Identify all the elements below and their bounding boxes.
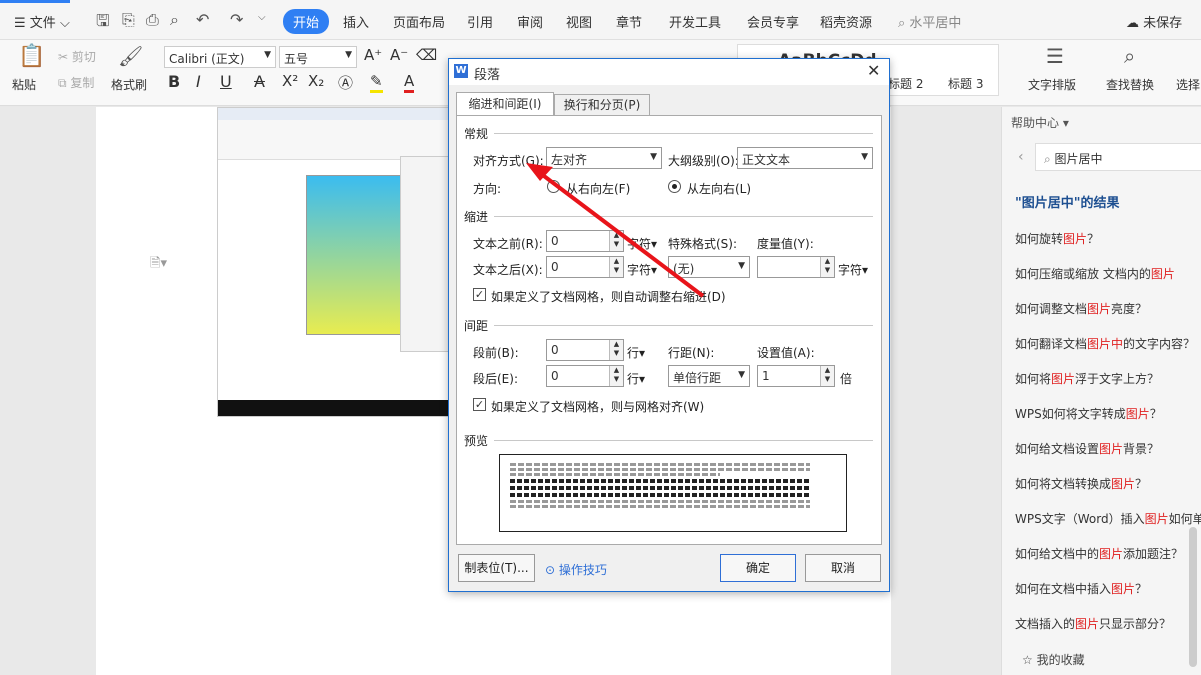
arrow-shaft — [538, 171, 705, 298]
annotation-arrow — [526, 163, 705, 298]
